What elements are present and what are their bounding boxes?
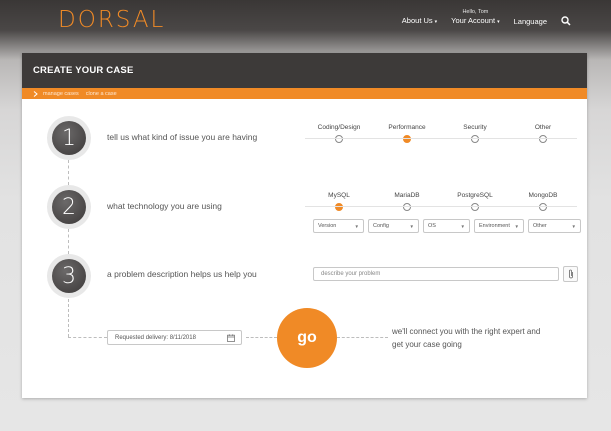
- breadcrumb-manage-cases[interactable]: manage cases: [43, 91, 79, 97]
- radio-button[interactable]: [539, 135, 547, 143]
- select-value: Version: [318, 223, 337, 229]
- step-1-circle: 1: [47, 116, 91, 160]
- option-label: Coding/Design: [317, 124, 361, 131]
- caret-down-icon: ▾: [497, 19, 500, 25]
- top-nav: About Us ▾ Hello, Tom Your Account ▾ Langu…: [402, 9, 571, 27]
- option-mariadb[interactable]: MariaDB: [373, 192, 441, 211]
- input-placeholder: describe your problem: [321, 271, 381, 277]
- caret-down-icon: ▼: [409, 223, 414, 229]
- option-label: Performance: [388, 124, 426, 131]
- radio-button[interactable]: [471, 135, 479, 143]
- caret-down-icon: ▼: [514, 223, 519, 229]
- option-label: MySQL: [328, 192, 350, 199]
- dorsal-logo[interactable]: DORSAL: [58, 7, 166, 33]
- step-connector: [68, 299, 69, 337]
- version-select[interactable]: Version ▼: [313, 219, 364, 233]
- nav-your-account[interactable]: Hello, Tom Your Account ▾: [451, 9, 499, 27]
- os-select[interactable]: OS ▼: [423, 219, 470, 233]
- option-label: Other: [534, 124, 552, 131]
- step-1-text: tell us what kind of issue you are havin…: [107, 132, 258, 142]
- problem-description-input[interactable]: describe your problem: [313, 267, 559, 281]
- option-coding-design[interactable]: Coding/Design: [305, 124, 373, 143]
- option-label: Security: [463, 124, 487, 131]
- nav-about-label: About Us: [401, 16, 433, 25]
- chevron-right-icon: [33, 90, 38, 97]
- step-2-text: what technology you are using: [107, 201, 222, 211]
- option-label: MariaDB: [394, 192, 420, 199]
- step-connector: [68, 160, 69, 185]
- issue-type-options: Coding/Design Performance Security Other: [305, 124, 577, 143]
- panel-title: CREATE YOUR CASE: [22, 53, 587, 88]
- caret-down-icon: ▾: [434, 19, 438, 25]
- divider: [305, 138, 577, 139]
- go-connector-left: [246, 337, 277, 338]
- option-postgresql[interactable]: PostgreSQL: [441, 192, 509, 211]
- technology-options: MySQL MariaDB PostgreSQL MongoDB: [305, 192, 577, 211]
- breadcrumb-clone-case[interactable]: clone a case: [86, 91, 117, 97]
- nav-account-label: Your Account: [451, 16, 496, 25]
- go-description: we'll connect you with the right expert …: [392, 327, 541, 349]
- step-3-text: a problem description helps us help you: [107, 269, 257, 279]
- config-select[interactable]: Config ▼: [368, 219, 419, 233]
- radio-button[interactable]: [403, 203, 411, 211]
- step-2-circle: 2: [47, 185, 91, 229]
- divider: [305, 206, 577, 207]
- radio-button-selected[interactable]: [403, 135, 411, 143]
- caret-down-icon: ▼: [571, 223, 576, 229]
- delivery-value: Requested delivery: 8/11/2018: [115, 334, 196, 341]
- nav-greeting: Hello, Tom: [462, 9, 489, 15]
- radio-button[interactable]: [471, 203, 479, 211]
- paperclip-icon: [568, 269, 573, 279]
- step-3-circle: 3: [47, 254, 91, 298]
- select-value: Environment: [479, 223, 510, 229]
- radio-button[interactable]: [335, 135, 343, 143]
- delivery-connector: [68, 337, 107, 338]
- radio-button-selected[interactable]: [335, 203, 343, 211]
- option-mongodb[interactable]: MongoDB: [509, 192, 577, 211]
- nav-language-label: Language: [513, 17, 547, 26]
- go-button[interactable]: go: [277, 308, 337, 368]
- option-mysql[interactable]: MySQL: [305, 192, 373, 211]
- go-connector-right: [337, 337, 388, 338]
- requested-delivery-field[interactable]: Requested delivery: 8/11/2018: [107, 330, 242, 345]
- calendar-icon[interactable]: [227, 333, 235, 342]
- step-number: 1: [52, 121, 86, 155]
- step-number: 3: [52, 259, 86, 293]
- option-label: MongoDB: [528, 192, 558, 199]
- technology-selects: Version ▼ Config ▼ OS ▼ Environment ▼ Other ▼: [313, 219, 581, 233]
- breadcrumb: manage cases clone a case: [22, 88, 587, 99]
- select-value: Config: [373, 223, 389, 229]
- radio-button[interactable]: [539, 203, 547, 211]
- nav-language[interactable]: Language: [514, 17, 547, 27]
- select-value: OS: [428, 223, 436, 229]
- caret-down-icon: ▼: [354, 223, 359, 229]
- select-value: Other: [533, 223, 547, 229]
- option-other[interactable]: Other: [509, 124, 577, 143]
- option-label: PostgreSQL: [457, 192, 493, 199]
- environment-select[interactable]: Environment ▼: [474, 219, 524, 233]
- nav-about-us[interactable]: About Us ▾: [402, 16, 437, 27]
- option-performance[interactable]: Performance: [373, 124, 441, 143]
- other-select[interactable]: Other ▼: [528, 219, 581, 233]
- caret-down-icon: ▼: [460, 223, 465, 229]
- option-security[interactable]: Security: [441, 124, 509, 143]
- attach-file-button[interactable]: [563, 266, 578, 282]
- search-icon[interactable]: [561, 16, 571, 26]
- step-number: 2: [52, 190, 86, 224]
- logo-text: DORSAL: [58, 7, 166, 33]
- step-connector: [68, 229, 69, 254]
